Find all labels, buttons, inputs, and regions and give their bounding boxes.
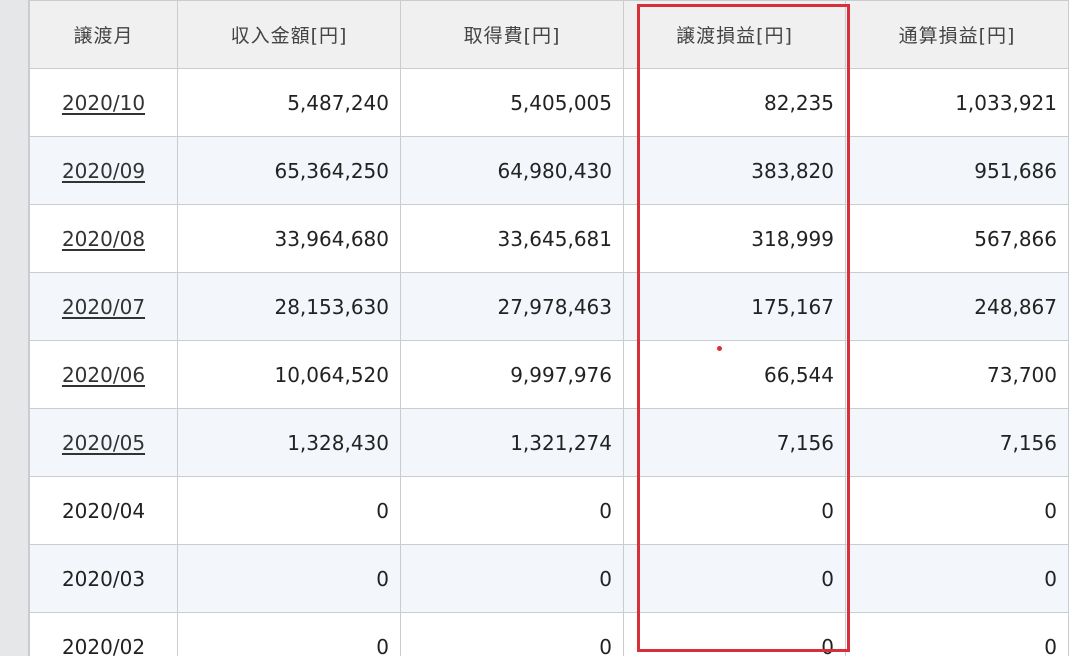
month-link[interactable]: 2020/05 [62, 431, 145, 455]
table-row: 2020/04 0 0 0 0 [29, 476, 1069, 545]
month-text: 2020/04 [61, 498, 146, 523]
cell-cumulative-gain: 1,033,921 [845, 68, 1069, 137]
cell-acquisition-cost: 33,645,681 [400, 204, 624, 273]
cell-month: 2020/04 [29, 476, 178, 545]
cell-cumulative-gain: 567,866 [845, 204, 1069, 273]
table-row: 2020/10 5,487,240 5,405,005 82,235 1,033,921 [29, 68, 1069, 137]
table-row: 2020/07 28,153,630 27,978,463 175,167 248,86… [29, 272, 1069, 341]
left-gutter [0, 0, 28, 656]
cell-acquisition-cost: 5,405,005 [400, 68, 624, 137]
month-link[interactable]: 2020/08 [62, 227, 145, 251]
month-text: 2020/02 [61, 634, 146, 656]
cell-revenue: 33,964,680 [177, 204, 401, 273]
cell-acquisition-cost: 0 [400, 476, 624, 545]
cell-acquisition-cost: 0 [400, 612, 624, 656]
table-row: 2020/02 0 0 0 0 [29, 612, 1069, 656]
cell-acquisition-cost: 64,980,430 [400, 136, 624, 205]
header-cumulative-gain: 通算損益[円] [845, 0, 1069, 69]
cell-transfer-gain: 7,156 [623, 408, 846, 477]
header-transfer-gain: 譲渡損益[円] [623, 0, 846, 69]
cell-month: 2020/10 [29, 68, 178, 137]
cell-transfer-gain: 0 [623, 476, 846, 545]
table-row: 2020/03 0 0 0 0 [29, 544, 1069, 613]
table-container: 譲渡月 収入金額[円] 取得費[円] 譲渡損益[円] 通算損益[円] 2020/… [29, 0, 1073, 656]
cell-cumulative-gain: 7,156 [845, 408, 1069, 477]
cell-acquisition-cost: 0 [400, 544, 624, 613]
cell-cumulative-gain: 248,867 [845, 272, 1069, 341]
cell-acquisition-cost: 1,321,274 [400, 408, 624, 477]
cell-transfer-gain: 0 [623, 544, 846, 613]
cell-acquisition-cost: 9,997,976 [400, 340, 624, 409]
cell-revenue: 0 [177, 544, 401, 613]
month-link[interactable]: 2020/07 [62, 295, 145, 319]
cell-cumulative-gain: 73,700 [845, 340, 1069, 409]
cell-transfer-gain: 175,167 [623, 272, 846, 341]
cell-cumulative-gain: 0 [845, 476, 1069, 545]
header-acquisition-cost: 取得費[円] [400, 0, 624, 69]
table-row: 2020/05 1,328,430 1,321,274 7,156 7,156 [29, 408, 1069, 477]
cell-revenue: 1,328,430 [177, 408, 401, 477]
cell-transfer-gain: 383,820 [623, 136, 846, 205]
table-body: 2020/10 5,487,240 5,405,005 82,235 1,033,921… [29, 68, 1069, 656]
cell-revenue: 0 [177, 612, 401, 656]
cell-revenue: 28,153,630 [177, 272, 401, 341]
cell-month: 2020/06 [29, 340, 178, 409]
page: 譲渡月 収入金額[円] 取得費[円] 譲渡損益[円] 通算損益[円] 2020/… [0, 0, 1073, 656]
cell-cumulative-gain: 951,686 [845, 136, 1069, 205]
cell-month: 2020/09 [29, 136, 178, 205]
table-header-row: 譲渡月 収入金額[円] 取得費[円] 譲渡損益[円] 通算損益[円] [29, 0, 1069, 69]
cell-month: 2020/02 [29, 612, 178, 656]
cell-revenue: 65,364,250 [177, 136, 401, 205]
month-link[interactable]: 2020/06 [62, 363, 145, 387]
cell-revenue: 5,487,240 [177, 68, 401, 137]
month-text: 2020/03 [61, 566, 146, 591]
cell-cumulative-gain: 0 [845, 544, 1069, 613]
header-revenue: 収入金額[円] [177, 0, 401, 69]
header-transfer-month: 譲渡月 [29, 0, 178, 69]
cell-transfer-gain: 318,999 [623, 204, 846, 273]
cell-transfer-gain: 82,235 [623, 68, 846, 137]
table-row: 2020/08 33,964,680 33,645,681 318,999 567,86… [29, 204, 1069, 273]
cell-month: 2020/03 [29, 544, 178, 613]
cell-month: 2020/07 [29, 272, 178, 341]
cell-month: 2020/05 [29, 408, 178, 477]
cell-transfer-gain: 0 [623, 612, 846, 656]
cell-month: 2020/08 [29, 204, 178, 273]
month-link[interactable]: 2020/10 [62, 91, 145, 115]
transfer-profit-table: 譲渡月 収入金額[円] 取得費[円] 譲渡損益[円] 通算損益[円] 2020/… [29, 0, 1069, 656]
cell-acquisition-cost: 27,978,463 [400, 272, 624, 341]
cell-revenue: 0 [177, 476, 401, 545]
cell-transfer-gain: 66,544 [623, 340, 846, 409]
cell-revenue: 10,064,520 [177, 340, 401, 409]
table-row: 2020/09 65,364,250 64,980,430 383,820 951,68… [29, 136, 1069, 205]
table-row: 2020/06 10,064,520 9,997,976 66,544 73,700 [29, 340, 1069, 409]
cell-cumulative-gain: 0 [845, 612, 1069, 656]
month-link[interactable]: 2020/09 [62, 159, 145, 183]
